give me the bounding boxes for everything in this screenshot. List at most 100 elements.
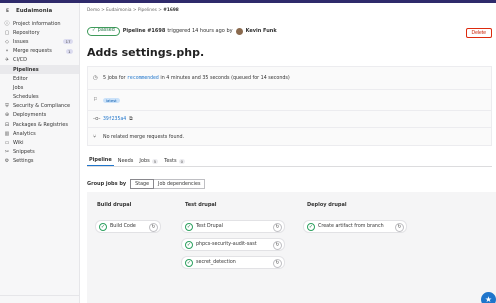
sidebar-item-schedules[interactable]: Schedules (0, 93, 79, 102)
retry-icon[interactable]: ↻ (273, 240, 282, 250)
sidebar-item-security[interactable]: ⛨ Security & Compliance (0, 102, 79, 111)
sidebar-item-editor[interactable]: Editor (0, 74, 79, 83)
pipeline-info-box: ◷ 5 jobs for recommended in 4 minutes an… (87, 66, 492, 146)
group-by-stage-button[interactable]: Stage (130, 179, 155, 189)
breadcrumb-item[interactable]: Pipelines (138, 8, 157, 13)
sidebar-item-merge-requests[interactable]: ⑂ Merge requests 1 (0, 47, 79, 56)
help-fab-icon[interactable]: ★ (481, 292, 496, 303)
jobs-suffix: in 4 minutes and 35 seconds (queued for … (160, 75, 290, 81)
sidebar-item-label: Pipelines (13, 66, 39, 73)
tab-needs[interactable]: Needs (116, 158, 136, 166)
sidebar-item-project-information[interactable]: ⓘ Project information (0, 19, 79, 28)
job-name: phpcs-security-audit-sast (196, 242, 257, 247)
shield-icon: ⛨ (5, 103, 9, 110)
main-content: Demo > Eudaimonia > Pipelines > #1698 ✓ … (87, 3, 496, 303)
sidebar-item-label: Deployments (13, 112, 47, 119)
breadcrumb: Demo > Eudaimonia > Pipelines > #1698 (87, 8, 179, 13)
tab-count-badge: 5 (151, 158, 159, 164)
repository-icon: ▢ (4, 29, 10, 36)
merge-request-icon: ⑂ (93, 134, 97, 140)
sidebar-item-issues[interactable]: ◇ Issues 17 (0, 37, 79, 46)
sidebar-item-label: Editor (13, 75, 28, 82)
sidebar-item-pipelines[interactable]: Pipelines (0, 64, 79, 75)
sidebar-item-label: Jobs (13, 84, 24, 91)
sidebar-item-cicd[interactable]: ✈ CI/CD (0, 56, 79, 65)
success-check-icon: ✓ (185, 240, 193, 249)
sidebar-item-jobs[interactable]: Jobs (0, 83, 79, 92)
sidebar-item-label: Security & Compliance (13, 103, 71, 110)
check-circle-icon: ✓ (92, 28, 96, 33)
sidebar-item-label: Schedules (13, 94, 39, 101)
page-title: Adds settings.php. (87, 46, 205, 59)
sidebar-item-packages[interactable]: ⊟ Packages & Registries (0, 120, 79, 129)
pipeline-tabs: Pipeline Needs Jobs 5 Tests 0 (87, 157, 492, 167)
status-label: passed (97, 28, 115, 33)
package-icon: ⊟ (4, 121, 10, 128)
breadcrumb-current[interactable]: #1698 (163, 8, 179, 13)
user-link[interactable]: Kevin Funk (246, 28, 277, 34)
retry-icon[interactable]: ↻ (395, 222, 404, 232)
snippet-icon: ✂ (4, 149, 10, 156)
retry-icon[interactable]: ↻ (273, 258, 282, 268)
job-create-artifact[interactable]: ✓ Create artifact from branch ↻ (303, 220, 407, 233)
job-name: Create artifact from branch (318, 224, 384, 229)
sidebar-item-settings[interactable]: ⚙ Settings (0, 157, 79, 166)
sidebar-item-snippets[interactable]: ✂ Snippets (0, 148, 79, 157)
branch-link[interactable]: recommended (127, 76, 159, 81)
tab-label: Pipeline (89, 157, 112, 163)
gear-icon: ⚙ (4, 158, 10, 165)
job-test-drupal[interactable]: ✓ Test Drupal ↻ (181, 220, 285, 233)
delete-button[interactable]: Delete (465, 28, 492, 38)
issues-count-badge: 17 (63, 39, 73, 45)
sidebar-item-label: Wiki (13, 140, 24, 147)
group-by-dependencies-button[interactable]: Job dependencies (154, 179, 206, 189)
tab-jobs[interactable]: Jobs 5 (137, 158, 160, 166)
sidebar-item-label: CI/CD (13, 57, 27, 64)
success-check-icon: ✓ (99, 222, 107, 231)
sidebar-item-repository[interactable]: ▢ Repository (0, 28, 79, 37)
divider (88, 127, 491, 128)
sidebar-collapse-toggle[interactable] (0, 295, 79, 303)
issues-icon: ◇ (5, 38, 9, 45)
stage-title-test: Test drupal (185, 202, 217, 208)
project-name: Eudaimonia (16, 8, 53, 14)
status-badge[interactable]: ✓ passed (87, 27, 120, 36)
success-check-icon: ✓ (307, 222, 315, 231)
project-header[interactable]: E Eudaimonia (0, 3, 79, 19)
group-by-label: Group jobs by (87, 181, 127, 187)
pipeline-status-row: ✓ passed Pipeline #1698 triggered 14 hou… (87, 27, 279, 36)
merge-request-row: ⑂ No related merge requests found. (93, 134, 184, 140)
tab-pipeline[interactable]: Pipeline (87, 157, 114, 166)
tab-label: Jobs (139, 158, 150, 164)
sidebar-item-wiki[interactable]: ▭ Wiki (0, 138, 79, 147)
sidebar-item-deployments[interactable]: ⊕ Deployments (0, 111, 79, 120)
sidebar: E Eudaimonia ⓘ Project information ▢ Rep… (0, 3, 80, 303)
tab-count-badge: 0 (178, 158, 186, 164)
job-build-code[interactable]: ✓ Build Code ↻ (95, 220, 161, 233)
triggered-text: triggered 14 hours ago by (167, 28, 233, 35)
tags-row: ⚐ latest (93, 97, 120, 103)
stage-title-build: Build drupal (97, 202, 132, 208)
tab-tests[interactable]: Tests 0 (162, 158, 187, 166)
retry-icon[interactable]: ↻ (273, 222, 282, 232)
merge-request-icon: ⑂ (5, 48, 9, 55)
flag-icon: ⚐ (93, 97, 98, 103)
breadcrumb-item[interactable]: Eudaimonia (106, 8, 131, 13)
copy-icon[interactable]: ⧉ (129, 116, 132, 122)
pipeline-graph: Build drupal Test drupal Deploy drupal ✓… (87, 192, 496, 303)
sidebar-item-analytics[interactable]: ▥ Analytics (0, 129, 79, 138)
commit-row: -o- 39f235a4 ⧉ (93, 116, 133, 122)
info-icon: ⓘ (4, 21, 10, 28)
commit-sha-link[interactable]: 39f235a4 (103, 117, 126, 122)
divider (88, 110, 491, 111)
book-icon: ▭ (4, 140, 10, 147)
avatar[interactable] (235, 27, 243, 35)
deployments-icon: ⊕ (4, 112, 10, 119)
job-secret-detection[interactable]: ✓ secret_detection ↻ (181, 256, 285, 269)
sidebar-item-label: Settings (13, 158, 34, 165)
retry-icon[interactable]: ↻ (149, 222, 158, 232)
breadcrumb-item[interactable]: Demo (87, 8, 100, 13)
commit-icon: -o- (93, 116, 101, 122)
job-name: Test Drupal (196, 224, 223, 229)
job-phpcs-security-audit-sast[interactable]: ✓ phpcs-security-audit-sast ↻ (181, 238, 285, 251)
